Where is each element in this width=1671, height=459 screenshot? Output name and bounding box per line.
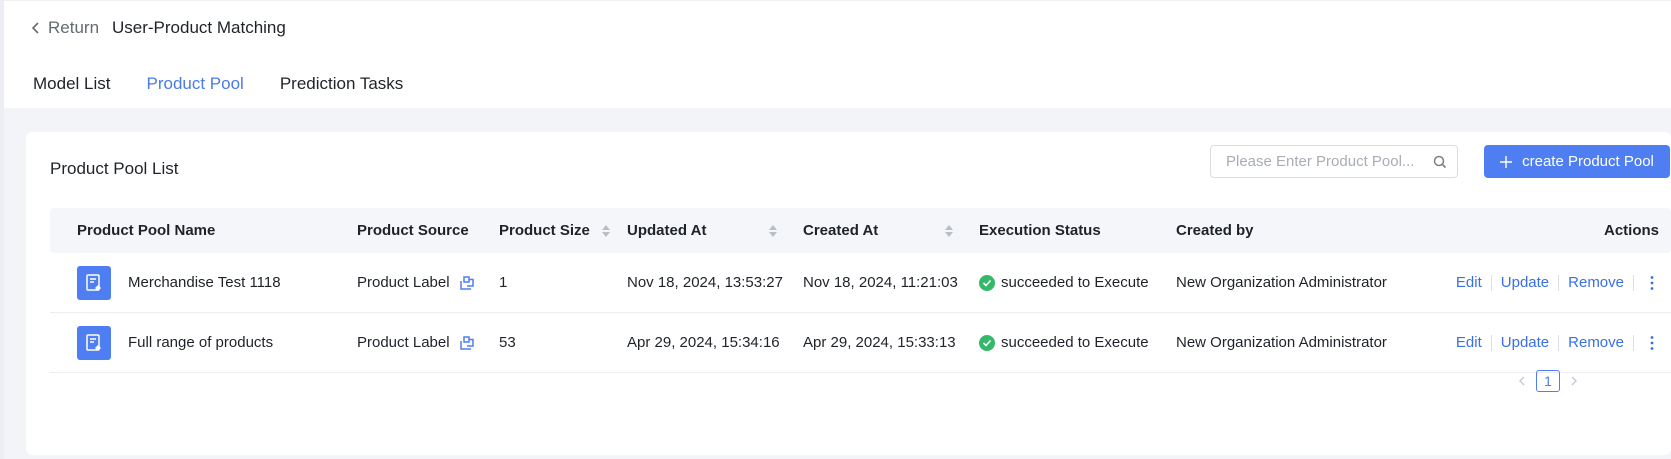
created-at: Apr 29, 2024, 15:33:13	[803, 334, 956, 351]
divider	[1558, 334, 1560, 351]
execution-status: succeeded to Execute	[1001, 274, 1149, 291]
actions-cell: Edit Update Remove	[1423, 274, 1671, 292]
edit-button[interactable]: Edit	[1456, 334, 1482, 351]
create-product-pool-button[interactable]: create Product Pool	[1484, 145, 1670, 178]
updated-at: Apr 29, 2024, 15:34:16	[627, 334, 780, 351]
table-row: Merchandise Test 1118 Product Label 1 No…	[50, 253, 1671, 313]
created-by: New Organization Administrator	[1176, 274, 1387, 291]
header-updated-at: Updated At	[627, 222, 707, 239]
product-size: 1	[499, 274, 508, 291]
status-cell: succeeded to Execute	[979, 274, 1176, 291]
divider	[1633, 274, 1634, 291]
source-cell: Product Label	[357, 274, 499, 291]
edit-button[interactable]: Edit	[1456, 274, 1482, 291]
sort-icon[interactable]	[601, 224, 610, 237]
chevron-left-icon[interactable]	[1516, 375, 1528, 387]
product-pool-icon	[77, 265, 111, 300]
tab-product-pool[interactable]: Product Pool	[146, 73, 243, 95]
header-execution-status: Execution Status	[979, 222, 1101, 239]
return-label: Return	[48, 18, 100, 37]
check-circle-icon	[979, 274, 995, 291]
header-created-by: Created by	[1176, 222, 1254, 239]
search-box	[1210, 145, 1458, 178]
source-cell: Product Label	[357, 334, 499, 351]
page-number[interactable]: 1	[1536, 370, 1560, 392]
remove-button[interactable]: Remove	[1568, 334, 1624, 351]
tab-prediction-tasks[interactable]: Prediction Tasks	[280, 73, 403, 95]
product-pool-card: Product Pool List create Product Pool Pr…	[26, 132, 1671, 455]
tab-bar: Model List Product Pool Prediction Tasks	[33, 73, 403, 95]
update-button[interactable]: Update	[1501, 274, 1549, 291]
update-button[interactable]: Update	[1501, 334, 1549, 351]
product-source: Product Label	[357, 274, 450, 291]
product-pool-icon	[77, 325, 111, 360]
sort-icon[interactable]	[945, 224, 953, 237]
remove-button[interactable]: Remove	[1568, 274, 1624, 291]
check-circle-icon	[979, 334, 995, 351]
page-header: Return User-Product Matching Model List …	[4, 0, 1671, 108]
actions-cell: Edit Update Remove	[1423, 334, 1671, 352]
header-product-pool-name: Product Pool Name	[77, 222, 216, 239]
product-pool-table: Product Pool Name Product Source Product…	[50, 208, 1671, 373]
create-button-label: create Product Pool	[1522, 153, 1654, 170]
header-created-at-sort[interactable]: Created At	[803, 222, 979, 239]
link-share-icon[interactable]	[459, 275, 475, 291]
tab-model-list[interactable]: Model List	[33, 73, 110, 95]
header-product-source: Product Source	[357, 222, 469, 239]
pool-name[interactable]: Merchandise Test 1118	[128, 274, 281, 291]
header-updated-at-sort[interactable]: Updated At	[627, 222, 803, 239]
divider	[1490, 274, 1492, 291]
created-by: New Organization Administrator	[1176, 334, 1387, 351]
header-created-at: Created At	[803, 222, 879, 239]
plus-icon	[1500, 155, 1513, 168]
pool-name[interactable]: Full range of products	[128, 334, 273, 351]
divider	[1558, 274, 1560, 291]
return-button[interactable]: Return	[30, 17, 99, 39]
status-cell: succeeded to Execute	[979, 334, 1176, 351]
table-row: Full range of products Product Label 53 …	[50, 313, 1671, 373]
divider	[1633, 334, 1634, 351]
header-actions: Actions	[1603, 222, 1659, 239]
pool-name-cell: Merchandise Test 1118	[50, 265, 357, 300]
divider	[1490, 334, 1492, 351]
more-vertical-icon[interactable]	[1645, 274, 1659, 292]
updated-at: Nov 18, 2024, 13:53:27	[627, 274, 783, 291]
pool-name-cell: Full range of products	[50, 325, 357, 360]
product-size: 53	[499, 334, 516, 351]
table-header: Product Pool Name Product Source Product…	[50, 208, 1671, 253]
card-title: Product Pool List	[50, 159, 179, 178]
sort-icon[interactable]	[769, 224, 777, 237]
product-source: Product Label	[357, 334, 450, 351]
created-at: Nov 18, 2024, 11:21:03	[803, 274, 958, 291]
execution-status: succeeded to Execute	[1001, 334, 1149, 351]
chevron-left-icon	[31, 22, 39, 34]
chevron-right-icon[interactable]	[1568, 375, 1580, 387]
search-input[interactable]	[1224, 152, 1433, 171]
pagination: 1	[1516, 370, 1580, 392]
link-share-icon[interactable]	[459, 335, 475, 351]
more-vertical-icon[interactable]	[1645, 334, 1659, 352]
header-product-size-sort[interactable]: Product Size	[499, 222, 627, 239]
page-title: User-Product Matching	[112, 18, 286, 37]
search-icon[interactable]	[1433, 155, 1447, 169]
header-product-size: Product Size	[499, 222, 590, 239]
